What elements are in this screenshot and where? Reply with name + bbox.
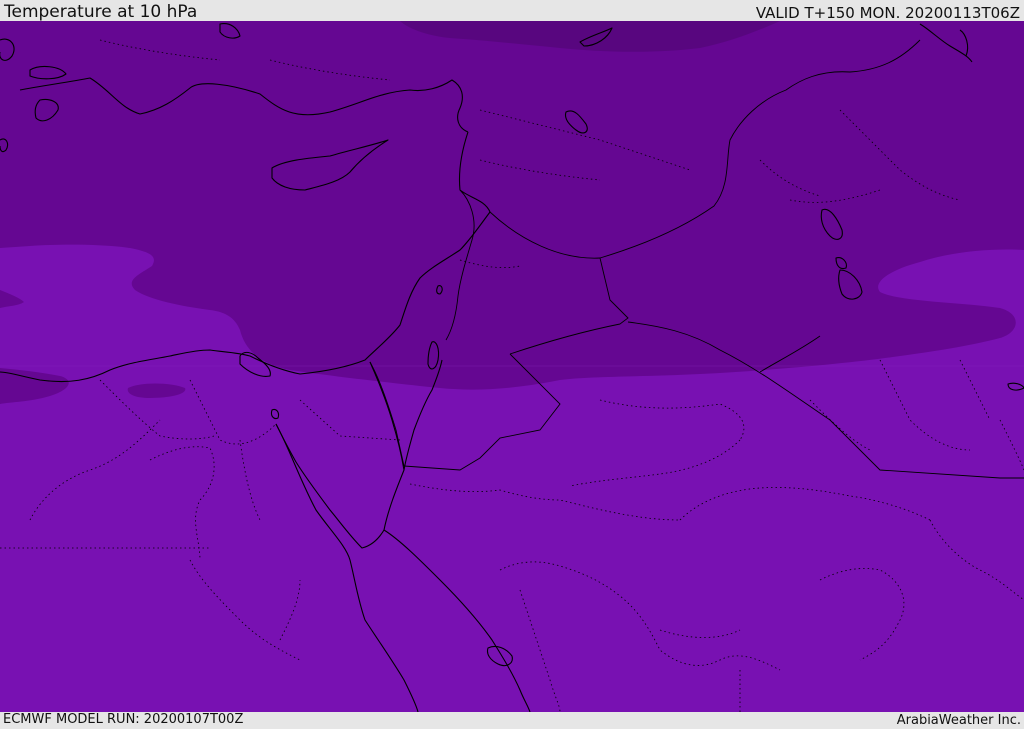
valid-time: VALID T+150 MON. 20200113T06Z <box>755 4 1020 22</box>
header-bar: Temperature at 10 hPa VALID T+150 MON. 2… <box>0 0 1024 21</box>
footer-bar: ECMWF MODEL RUN: 20200107T00Z ArabiaWeat… <box>0 712 1024 729</box>
map-title: Temperature at 10 hPa <box>4 2 198 22</box>
map-figure: Temperature at 10 hPa VALID T+150 MON. 2… <box>0 0 1024 729</box>
map-canvas <box>0 21 1024 712</box>
credit: ArabiaWeather Inc. <box>896 713 1021 728</box>
map-area <box>0 21 1024 712</box>
model-run: ECMWF MODEL RUN: 20200107T00Z <box>3 712 244 727</box>
